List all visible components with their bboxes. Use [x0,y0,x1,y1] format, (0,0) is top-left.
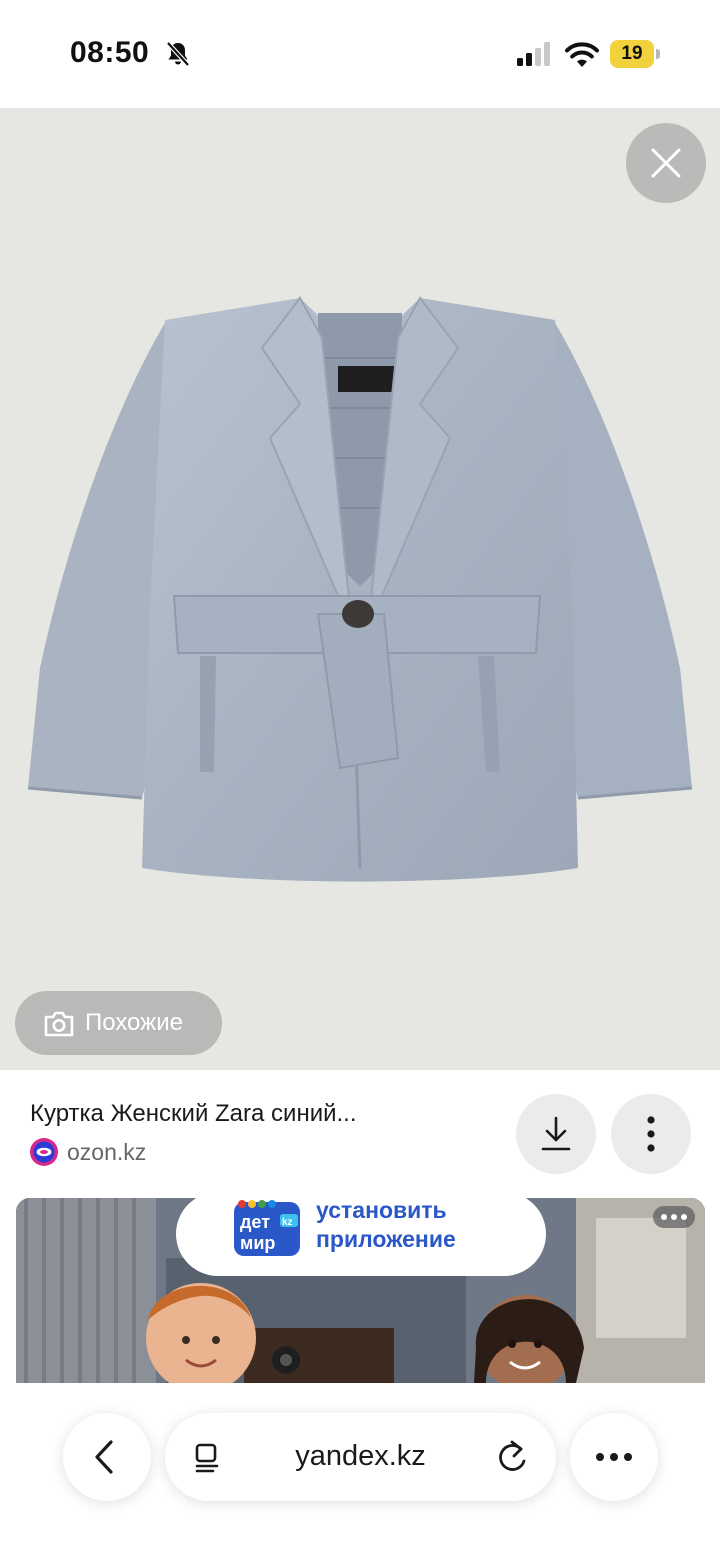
image-viewer[interactable]: Похожие [0,108,720,1070]
similar-button[interactable]: Похожие [15,991,222,1055]
download-icon [541,1116,571,1151]
more-vert-icon [647,1116,655,1152]
close-button[interactable] [626,123,706,203]
wifi-icon [565,42,599,67]
ad-text-line2: приложение [316,1226,456,1252]
ad-text: установить приложение [316,1198,456,1254]
bell-slash-icon [166,41,190,67]
source-link[interactable]: ozon.kz [30,1138,146,1166]
ozon-icon [30,1138,58,1166]
result-title[interactable]: Куртка Женский Zara синий... [30,1100,357,1128]
detmir-logo-line1: дет [240,1212,270,1232]
cellular-signal-icon [517,42,550,66]
browser-bottom-bar: yandex.kz [0,1383,720,1562]
source-domain: ozon.kz [67,1138,147,1165]
ad-menu-button[interactable] [653,1206,695,1228]
camera-icon [44,1011,74,1037]
status-time: 08:50 [70,36,150,69]
ad-banner[interactable]: дет мир kz установить приложение [16,1198,705,1383]
more-horiz-icon [596,1453,632,1461]
ad-text-line1: установить [316,1198,447,1223]
similar-label: Похожие [85,1009,183,1036]
address-bar[interactable]: yandex.kz [165,1413,556,1501]
browser-menu-button[interactable] [570,1413,658,1501]
more-options-button[interactable] [611,1094,691,1174]
detmir-logo-line2: мир [240,1233,275,1253]
back-button[interactable] [63,1413,151,1501]
download-button[interactable] [516,1094,596,1174]
jacket-image[interactable] [0,108,720,1070]
ad-install-pill[interactable]: дет мир kz установить приложение [176,1198,546,1276]
battery-tip [656,49,660,59]
more-horiz-icon [661,1214,687,1220]
close-icon [651,148,681,178]
reload-icon[interactable] [495,1439,529,1475]
result-info: Куртка Женский Zara синий... ozon.kz [0,1070,720,1188]
status-bar: 08:50 19 [0,0,720,108]
back-icon [95,1440,113,1474]
battery-icon: 19 [610,40,660,68]
detmir-logo: дет мир kz [234,1200,300,1256]
battery-level: 19 [621,43,643,64]
detmir-logo-badge: kz [282,1217,293,1228]
